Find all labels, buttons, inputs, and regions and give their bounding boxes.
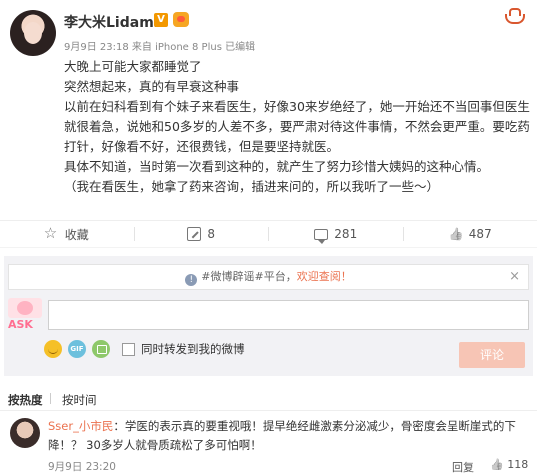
post-line: 大晚上可能大家都睡觉了 <box>64 59 202 74</box>
comment-item: Sser_小市民：学医的表示真的要重视哦！提早绝经雌激素分泌减少，骨密度会呈断崖… <box>0 414 537 475</box>
comment-count: 281 <box>334 227 358 241</box>
commenter-avatar[interactable] <box>10 418 40 448</box>
sync-repost-checkbox[interactable] <box>122 342 135 356</box>
comment-sort-bar: 按热度 按时间 <box>0 385 537 411</box>
emoji-icon[interactable] <box>44 340 62 358</box>
repost-icon <box>187 227 202 241</box>
ask-mascot-icon <box>8 298 42 318</box>
comment-like-button[interactable]: 👍 118 <box>490 458 528 471</box>
post-meta: 9月9日 23:18 来自 iPhone 8 Plus 已编辑 <box>64 42 256 53</box>
gif-icon[interactable]: GIF <box>68 340 86 358</box>
favorite-button[interactable]: 收藏 <box>0 221 134 247</box>
more-menu-icon[interactable] <box>503 8 525 24</box>
notice-text: #微博辟谣#平台， <box>201 270 297 283</box>
weibo-post: 李大米Lidami V 9月9日 23:18 来自 iPhone 8 Plus … <box>0 0 537 213</box>
comment-text: Sser_小市民：学医的表示真的要重视哦！提早绝经雌激素分泌减少，骨密度会呈断崖… <box>48 417 530 455</box>
comment-time: 9月9日 23:20 <box>48 461 116 473</box>
post-line: 具体不知道，当时第一次看到这种的，就产生了努力珍惜大姨妈的这种心情。 <box>64 159 490 174</box>
post-line: （我在看医生，她拿了药来咨询，插进来问的，所以我听了一些～） <box>64 179 440 194</box>
comment-input[interactable] <box>48 300 529 330</box>
star-icon <box>44 226 59 241</box>
avatar[interactable] <box>10 10 56 56</box>
comment-composer: ! #微博辟谣#平台，欢迎查阅！ × ASK GIF 同时转发到我的微博 评论 <box>4 256 533 376</box>
close-icon[interactable]: × <box>509 265 520 289</box>
post-content: 大晚上可能大家都睡觉了 突然想起来，真的有早衰这种事 以前在妇科看到有个妹子来看… <box>64 57 532 197</box>
image-icon[interactable] <box>92 340 110 358</box>
reply-button[interactable]: 回复 <box>452 459 474 475</box>
verified-badge-icon: V <box>154 13 168 27</box>
post-line: 突然想起来，真的有早衰这种事 <box>64 79 240 94</box>
sync-repost-label[interactable]: 同时转发到我的微博 <box>141 341 245 357</box>
like-count: 487 <box>468 227 492 241</box>
sort-by-time-tab[interactable]: 按时间 <box>62 392 97 408</box>
comment-button[interactable]: 281 <box>269 221 403 247</box>
commenter-name[interactable]: Sser_小市民 <box>48 419 113 433</box>
ask-label: ASK <box>8 318 33 331</box>
comment-body: ：学医的表示真的要重视哦！提早绝经雌激素分泌减少，骨密度会呈断崖式的下降！？ 3… <box>48 419 516 452</box>
thumbs-up-icon: 👍 <box>490 458 504 471</box>
submit-comment-button[interactable]: 评论 <box>459 342 525 368</box>
sort-by-hot-tab[interactable]: 按热度 <box>8 392 43 408</box>
comment-like-count: 118 <box>507 458 529 471</box>
thumbs-up-icon <box>449 227 463 241</box>
action-bar: 收藏 8 281 487 <box>0 220 537 248</box>
composer-tools: GIF 同时转发到我的微博 <box>44 340 245 358</box>
favorite-label: 收藏 <box>64 227 89 242</box>
member-badge-icon[interactable] <box>173 12 189 27</box>
repost-button[interactable]: 8 <box>135 221 269 247</box>
rumor-notice-banner: ! #微博辟谣#平台，欢迎查阅！ × <box>8 264 529 290</box>
post-line: 以前在妇科看到有个妹子来看医生，好像30来岁绝经了，她一开始还不当回事但医生就很… <box>64 99 530 154</box>
notice-link[interactable]: 欢迎查阅！ <box>297 270 352 283</box>
info-icon: ! <box>185 274 198 286</box>
ask-avatar: ASK <box>8 298 42 334</box>
repost-count: 8 <box>207 227 216 241</box>
like-button[interactable]: 487 <box>404 221 537 247</box>
comment-icon <box>314 228 329 244</box>
divider <box>50 393 51 404</box>
post-username[interactable]: 李大米Lidami <box>64 12 159 32</box>
